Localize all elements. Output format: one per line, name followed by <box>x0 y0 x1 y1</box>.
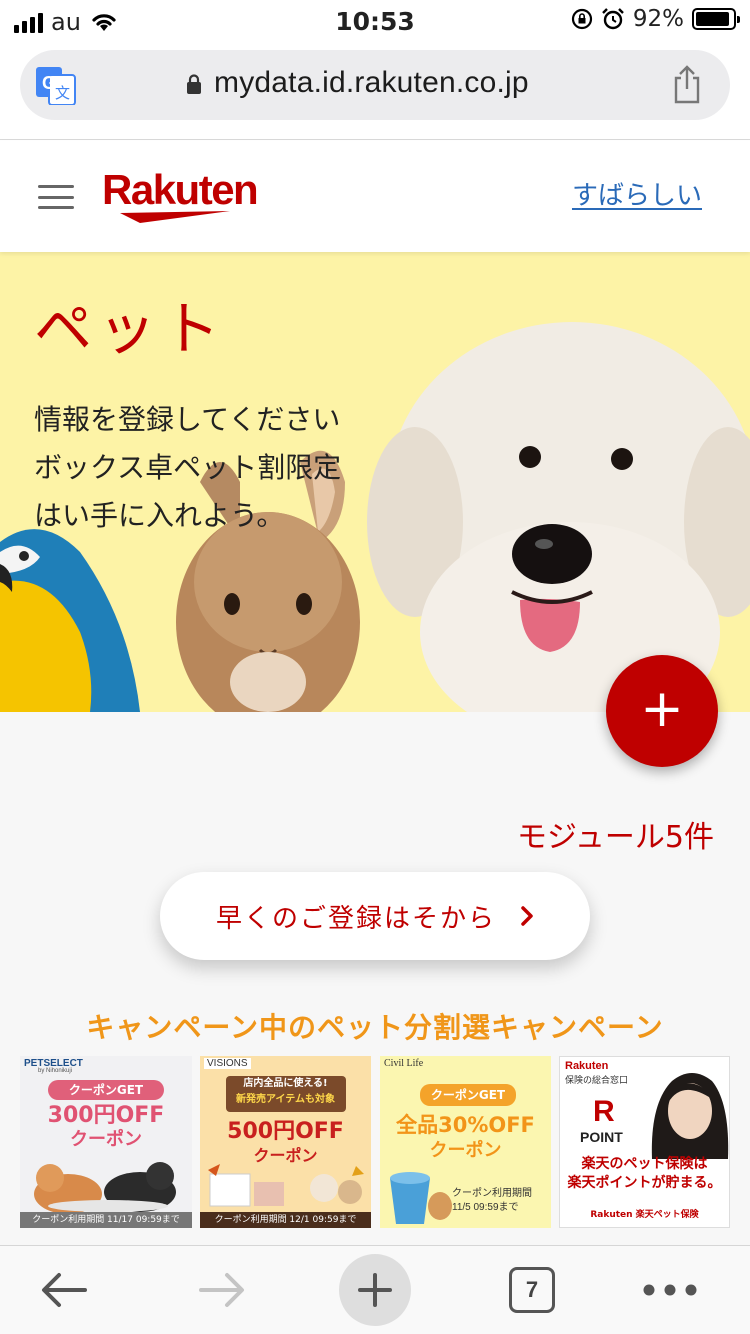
banner-headline: 全品30%OFF <box>396 1113 535 1137</box>
rakuten-logo[interactable]: Rakuten <box>102 166 267 223</box>
address-bar[interactable]: G 文 mydata.id.rakuten.co.jp <box>20 50 730 120</box>
tabs-button[interactable]: 7 <box>507 1260 557 1320</box>
plus-icon: + <box>640 679 684 739</box>
content-area: モジュール5件 早くのご登録はそから キャンペーン中のペット分割選キャンペーン … <box>0 712 750 1245</box>
banner-headline: 500円OFF <box>227 1119 344 1144</box>
banner-subline: クーポン <box>70 1129 142 1150</box>
svg-text:G: G <box>42 73 56 93</box>
campaign-banner-petselect[interactable]: PETSELECT by Nihonikuji クーポンGET 300円OFF … <box>20 1056 192 1228</box>
banner-headline-line2: 楽天ポイントが貯まる。 <box>567 1175 722 1191</box>
banner-brand-sub: 保険の総合窓口 <box>565 1075 629 1085</box>
back-button[interactable] <box>36 1260 92 1320</box>
back-arrow-icon <box>42 1273 87 1307</box>
site-header: Rakuten すばらしい <box>0 141 750 252</box>
logo-swoosh-icon <box>120 211 230 223</box>
banner-headline: 300円OFF <box>47 1103 165 1128</box>
module-count: モジュール5件 <box>517 820 714 855</box>
banner-badge-line2: 新発売アイテムも対象 <box>236 1094 335 1105</box>
url-text[interactable]: mydata.id.rakuten.co.jp <box>214 66 529 100</box>
hero-banner: ペット 情報を登録してくださいボックス卓ペット割限定はい手に入れよう。 <box>0 252 750 712</box>
forward-button[interactable] <box>194 1260 250 1320</box>
banner-subline: クーポン <box>253 1146 318 1165</box>
browser-toolbar: 7 <box>0 1245 750 1334</box>
share-icon[interactable] <box>672 64 702 104</box>
hamburger-menu-icon[interactable] <box>38 185 74 209</box>
banner-badge-line1: 店内全品に使える! <box>243 1078 328 1089</box>
cat-illustration <box>34 1162 176 1214</box>
alarm-icon <box>602 8 624 30</box>
banner-badge: クーポンGET <box>420 1084 516 1106</box>
more-dots-icon <box>643 1284 697 1296</box>
banner-badge: クーポンGET <box>48 1080 164 1100</box>
new-tab-button[interactable] <box>339 1254 411 1326</box>
header-link[interactable]: すばらしい <box>572 175 702 212</box>
campaign-banner-visions[interactable]: VISIONS 店内全品に使える! 新発売アイテムも対象 500円OFF クーポ… <box>200 1056 371 1228</box>
chevron-right-icon <box>521 906 533 926</box>
campaign-title: キャンペーン中のペット分割選キャンペーン <box>86 1011 664 1044</box>
banner-brand: VISIONS <box>204 1058 251 1069</box>
more-button[interactable] <box>640 1260 700 1320</box>
banner-footer-line1: クーポン利用期間 <box>452 1188 532 1199</box>
hero-description: 情報を登録してくださいボックス卓ペット割限定はい手に入れよう。 <box>34 403 342 532</box>
banner-brand: Rakuten <box>565 1060 609 1072</box>
status-bar: au 10:53 92% <box>0 0 750 44</box>
parrot-illustration <box>0 529 140 712</box>
forward-arrow-icon <box>199 1273 244 1307</box>
banner-headline-line1: 楽天のペット保険は <box>581 1156 708 1172</box>
pet-products-illustration <box>208 1164 364 1207</box>
tab-count-badge: 7 <box>509 1267 555 1313</box>
battery-percent: 92% <box>632 6 684 32</box>
battery-icon <box>692 8 740 30</box>
hero-title: ペット <box>34 295 227 363</box>
rakuten-point-icon: R <box>593 1095 615 1127</box>
register-button[interactable]: 早くのご登録はそから <box>160 872 590 960</box>
dog-illustration <box>367 322 750 712</box>
rotation-lock-icon <box>571 8 592 30</box>
svg-text:R: R <box>593 1095 615 1127</box>
cup-and-dog-illustration <box>390 1172 452 1224</box>
banner-footer-line2: 11/5 09:59まで <box>452 1202 519 1213</box>
translate-icon[interactable]: G 文 <box>36 67 76 105</box>
banner-footer: クーポン利用期間 12/1 09:59まで <box>200 1212 371 1228</box>
new-tab-plus-icon <box>339 1254 411 1326</box>
status-right: 92% <box>571 6 740 32</box>
lock-icon <box>187 74 201 94</box>
banner-subline: クーポン <box>429 1140 502 1161</box>
browser-address-area: G 文 mydata.id.rakuten.co.jp <box>0 44 750 140</box>
banner-footer: Rakuten 楽天ペット保険 <box>560 1207 729 1223</box>
svg-text:文: 文 <box>55 84 70 102</box>
banner-brand: Civil Life <box>384 1058 424 1069</box>
banner-footer: クーポン利用期間 11/17 09:59まで <box>20 1212 192 1228</box>
campaign-banner-rakuten-insurance[interactable]: Rakuten 保険の総合窓口 R POINT 楽天のペット保険は 楽天ポイント… <box>559 1056 730 1228</box>
logo-text: Rakuten <box>102 166 259 213</box>
add-module-button[interactable]: + <box>606 655 718 767</box>
campaign-banner-civil-life[interactable]: Civil Life クーポンGET 全品30%OFF クーポン クーポン利用期… <box>380 1056 551 1228</box>
register-button-label: 早くのご登録はそから <box>215 903 496 934</box>
banner-brand-sub: by Nihonikuji <box>38 1068 73 1074</box>
woman-portrait <box>651 1073 729 1159</box>
point-label: POINT <box>580 1129 623 1145</box>
